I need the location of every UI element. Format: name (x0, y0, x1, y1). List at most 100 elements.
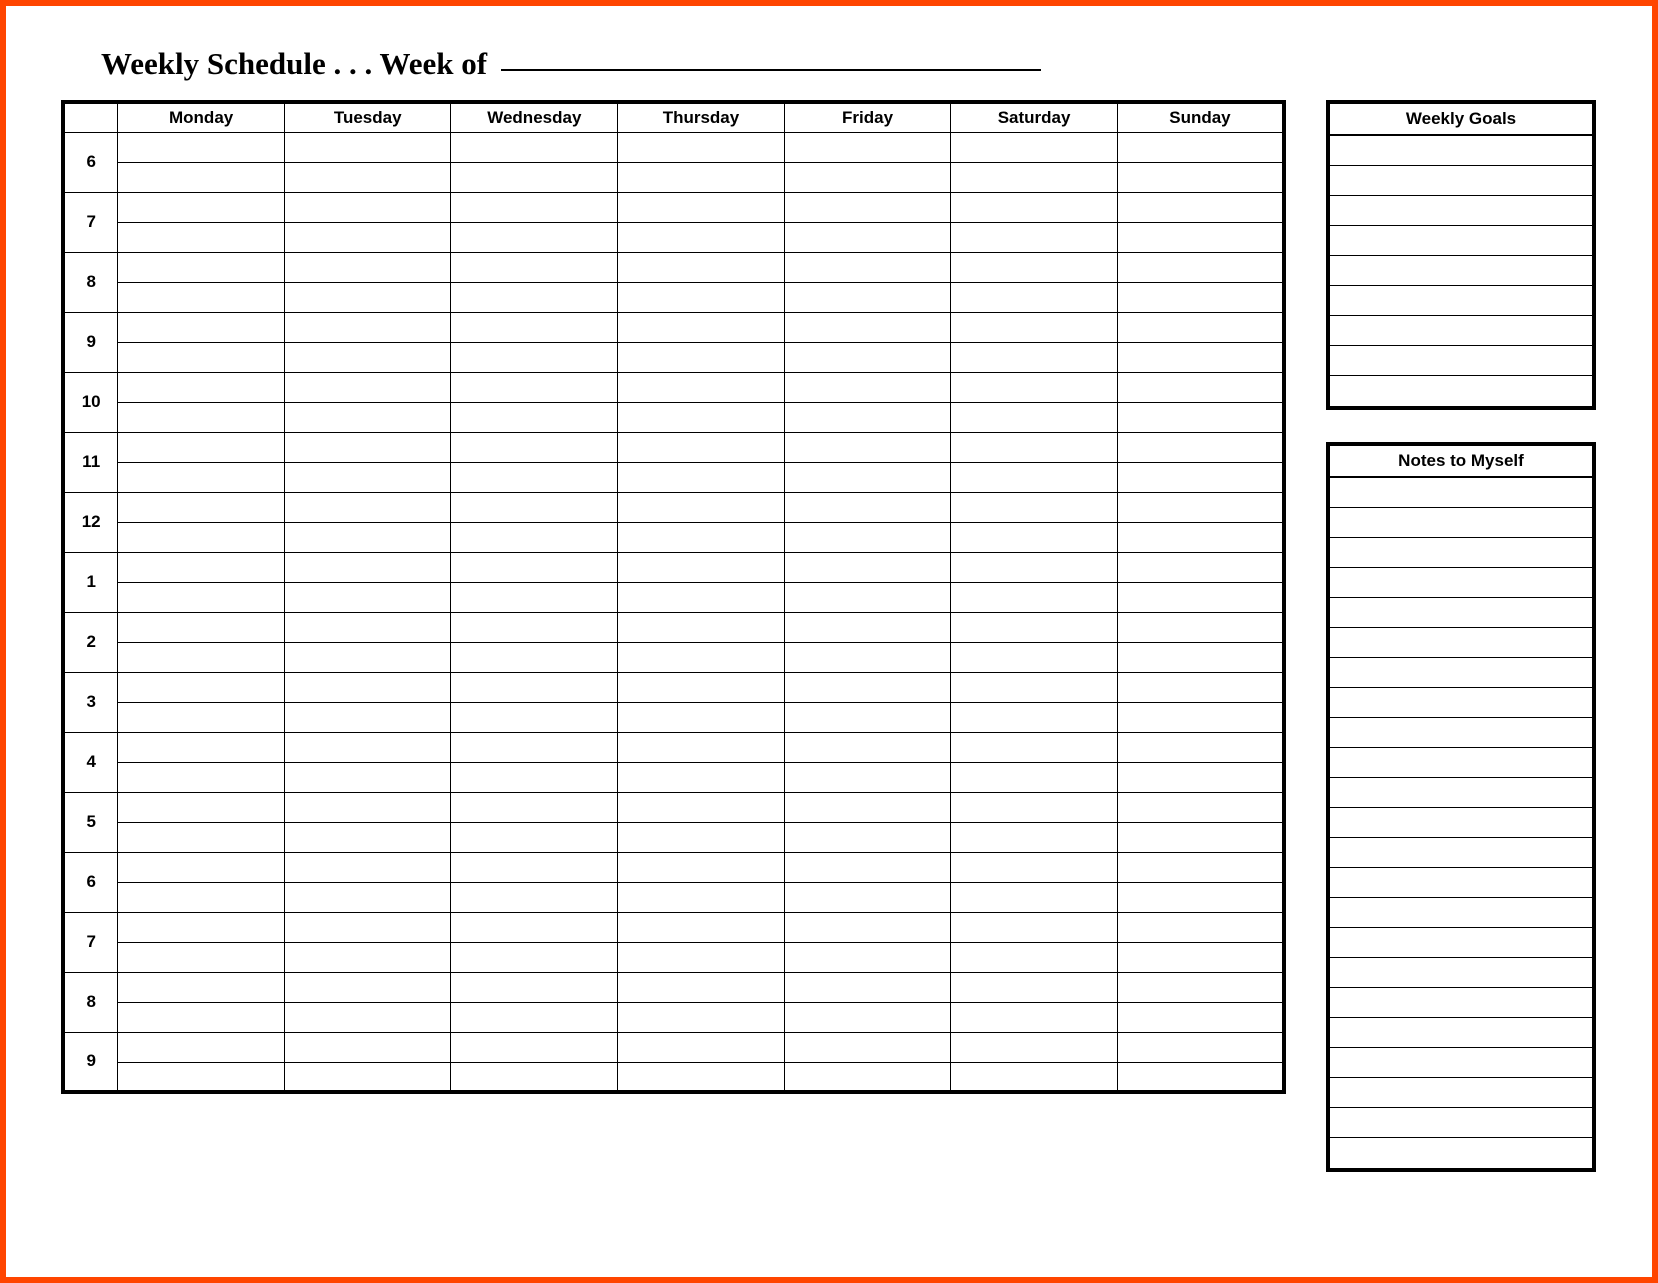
schedule-cell[interactable] (284, 162, 451, 192)
schedule-cell[interactable] (784, 1032, 951, 1062)
schedule-cell[interactable] (451, 582, 618, 612)
notes-line[interactable] (1330, 568, 1592, 598)
schedule-cell[interactable] (118, 342, 285, 372)
schedule-cell[interactable] (1117, 762, 1284, 792)
schedule-cell[interactable] (618, 222, 785, 252)
schedule-cell[interactable] (951, 762, 1118, 792)
schedule-cell[interactable] (118, 942, 285, 972)
schedule-cell[interactable] (118, 1002, 285, 1032)
schedule-cell[interactable] (618, 432, 785, 462)
schedule-cell[interactable] (284, 642, 451, 672)
notes-line[interactable] (1330, 868, 1592, 898)
schedule-cell[interactable] (618, 132, 785, 162)
schedule-cell[interactable] (951, 372, 1118, 402)
schedule-cell[interactable] (951, 342, 1118, 372)
schedule-cell[interactable] (451, 342, 618, 372)
schedule-cell[interactable] (1117, 972, 1284, 1002)
schedule-cell[interactable] (284, 492, 451, 522)
schedule-cell[interactable] (618, 402, 785, 432)
schedule-cell[interactable] (451, 612, 618, 642)
schedule-cell[interactable] (284, 282, 451, 312)
schedule-cell[interactable] (784, 582, 951, 612)
schedule-cell[interactable] (118, 582, 285, 612)
schedule-cell[interactable] (1117, 312, 1284, 342)
schedule-cell[interactable] (784, 882, 951, 912)
schedule-cell[interactable] (284, 192, 451, 222)
schedule-cell[interactable] (784, 1062, 951, 1092)
schedule-cell[interactable] (784, 342, 951, 372)
schedule-cell[interactable] (284, 1062, 451, 1092)
schedule-cell[interactable] (951, 162, 1118, 192)
schedule-cell[interactable] (618, 462, 785, 492)
schedule-cell[interactable] (618, 192, 785, 222)
schedule-cell[interactable] (951, 702, 1118, 732)
schedule-cell[interactable] (284, 822, 451, 852)
schedule-cell[interactable] (451, 762, 618, 792)
schedule-cell[interactable] (784, 132, 951, 162)
schedule-cell[interactable] (618, 522, 785, 552)
schedule-cell[interactable] (951, 312, 1118, 342)
schedule-cell[interactable] (951, 522, 1118, 552)
schedule-cell[interactable] (1117, 732, 1284, 762)
schedule-cell[interactable] (618, 732, 785, 762)
schedule-cell[interactable] (618, 282, 785, 312)
schedule-cell[interactable] (451, 882, 618, 912)
schedule-cell[interactable] (451, 282, 618, 312)
notes-line[interactable] (1330, 1108, 1592, 1138)
schedule-cell[interactable] (451, 942, 618, 972)
schedule-cell[interactable] (951, 912, 1118, 942)
schedule-cell[interactable] (451, 732, 618, 762)
schedule-cell[interactable] (1117, 822, 1284, 852)
schedule-cell[interactable] (284, 972, 451, 1002)
notes-line[interactable] (1330, 778, 1592, 808)
schedule-cell[interactable] (951, 822, 1118, 852)
schedule-cell[interactable] (951, 882, 1118, 912)
schedule-cell[interactable] (451, 1002, 618, 1032)
schedule-cell[interactable] (784, 252, 951, 282)
notes-line[interactable] (1330, 628, 1592, 658)
schedule-cell[interactable] (618, 162, 785, 192)
schedule-cell[interactable] (784, 672, 951, 702)
schedule-cell[interactable] (618, 912, 785, 942)
schedule-cell[interactable] (284, 762, 451, 792)
notes-line[interactable] (1330, 1078, 1592, 1108)
schedule-cell[interactable] (618, 672, 785, 702)
schedule-cell[interactable] (118, 462, 285, 492)
schedule-cell[interactable] (1117, 1062, 1284, 1092)
schedule-cell[interactable] (784, 822, 951, 852)
schedule-cell[interactable] (284, 1002, 451, 1032)
schedule-cell[interactable] (284, 432, 451, 462)
schedule-cell[interactable] (1117, 492, 1284, 522)
schedule-cell[interactable] (118, 492, 285, 522)
schedule-cell[interactable] (118, 912, 285, 942)
schedule-cell[interactable] (1117, 852, 1284, 882)
schedule-cell[interactable] (784, 522, 951, 552)
schedule-cell[interactable] (784, 312, 951, 342)
schedule-cell[interactable] (784, 702, 951, 732)
schedule-cell[interactable] (784, 642, 951, 672)
schedule-cell[interactable] (118, 762, 285, 792)
schedule-cell[interactable] (618, 492, 785, 522)
schedule-cell[interactable] (118, 312, 285, 342)
schedule-cell[interactable] (951, 252, 1118, 282)
schedule-cell[interactable] (1117, 402, 1284, 432)
schedule-cell[interactable] (618, 1062, 785, 1092)
schedule-cell[interactable] (1117, 342, 1284, 372)
schedule-cell[interactable] (1117, 1002, 1284, 1032)
schedule-cell[interactable] (451, 162, 618, 192)
schedule-cell[interactable] (784, 402, 951, 432)
notes-line[interactable] (1330, 748, 1592, 778)
schedule-cell[interactable] (784, 732, 951, 762)
schedule-cell[interactable] (951, 612, 1118, 642)
schedule-cell[interactable] (784, 432, 951, 462)
schedule-cell[interactable] (118, 132, 285, 162)
schedule-cell[interactable] (618, 702, 785, 732)
schedule-cell[interactable] (1117, 252, 1284, 282)
schedule-cell[interactable] (284, 252, 451, 282)
schedule-cell[interactable] (118, 972, 285, 1002)
schedule-cell[interactable] (451, 522, 618, 552)
schedule-cell[interactable] (118, 222, 285, 252)
schedule-cell[interactable] (784, 192, 951, 222)
schedule-cell[interactable] (284, 792, 451, 822)
schedule-cell[interactable] (118, 192, 285, 222)
